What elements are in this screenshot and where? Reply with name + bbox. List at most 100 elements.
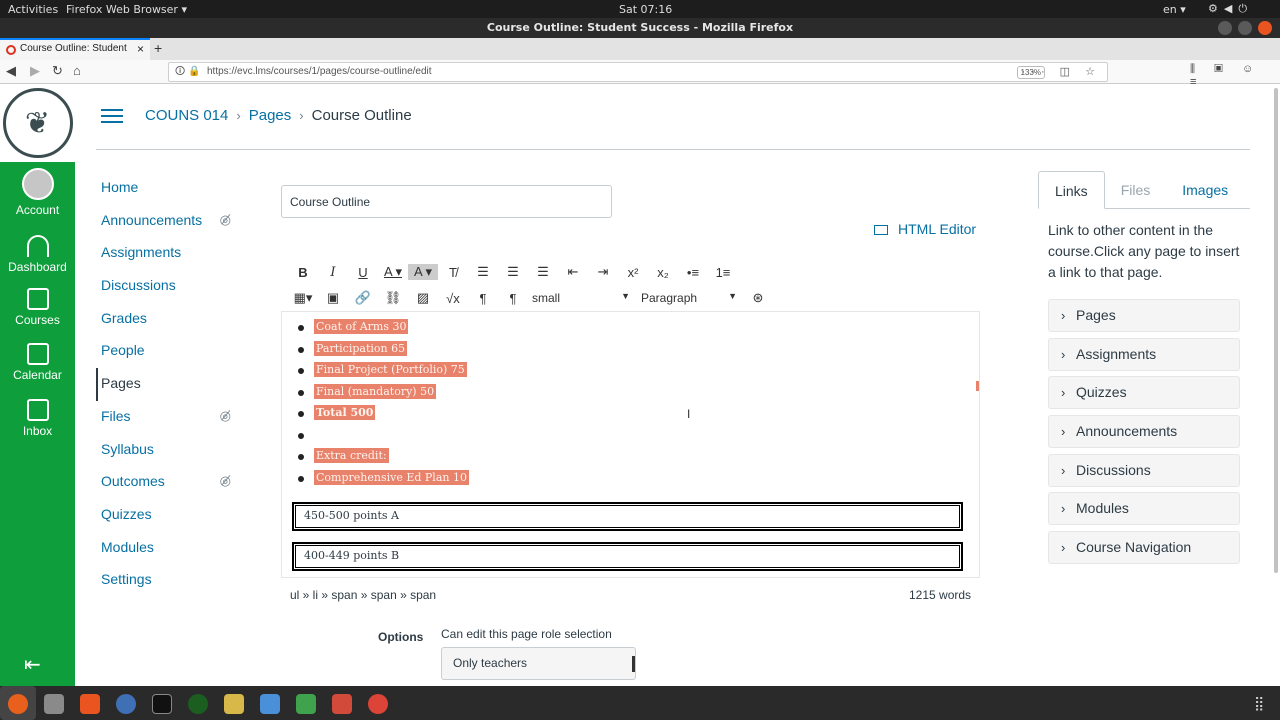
equation-icon[interactable]: √x <box>438 291 468 306</box>
numbered-list-icon[interactable]: 1≡ <box>708 265 738 280</box>
list-item[interactable]: Coat of Arms 30 <box>298 319 469 342</box>
link-section-discussions[interactable]: › Discussions <box>1048 453 1240 487</box>
browser-tab[interactable]: Course Outline: Student × <box>0 38 150 60</box>
impress-dock-icon[interactable] <box>332 694 352 714</box>
course-nav-settings[interactable]: Settings <box>96 564 241 597</box>
italic-icon[interactable]: I <box>318 265 348 280</box>
underline-icon[interactable]: U <box>348 265 378 280</box>
institution-logo[interactable]: ❦ <box>0 84 75 162</box>
subscript-icon[interactable]: x₂ <box>648 265 678 280</box>
language-menu[interactable]: en ▾ <box>1163 3 1186 16</box>
course-nav-grades[interactable]: Grades <box>96 303 241 336</box>
chrome-dock-icon[interactable] <box>368 694 388 714</box>
align-right-icon[interactable]: ☰ <box>528 264 558 280</box>
new-tab-button[interactable]: + <box>154 38 162 58</box>
font-size-select[interactable]: small ▼ <box>532 291 630 305</box>
html-editor-toggle[interactable]: HTML Editor <box>874 221 976 237</box>
calc-dock-icon[interactable] <box>296 694 316 714</box>
software-dock-icon[interactable] <box>80 694 100 714</box>
activities-button[interactable]: Activities <box>8 3 58 16</box>
writer-dock-icon[interactable] <box>260 694 280 714</box>
global-nav-courses[interactable]: Courses <box>0 288 75 327</box>
help-dock-icon[interactable] <box>116 694 136 714</box>
link-section-course-navigation[interactable]: › Course Navigation <box>1048 531 1240 565</box>
outdent-icon[interactable]: ⇤ <box>558 264 588 280</box>
ltr-icon[interactable]: ¶ <box>468 291 498 306</box>
game-dock-icon[interactable] <box>224 694 244 714</box>
tab-images[interactable]: Images <box>1166 171 1244 208</box>
global-nav-dashboard[interactable]: Dashboard <box>0 235 75 274</box>
course-nav-outcomes[interactable]: Outcomes ◎̸ <box>96 466 241 499</box>
breadcrumb-course[interactable]: COUNS 014 <box>145 107 228 124</box>
course-nav-pages[interactable]: Pages <box>96 368 241 401</box>
rich-content-editor[interactable]: Coat of Arms 30 Participation 65 Final P… <box>281 311 980 578</box>
page-title-input[interactable] <box>281 185 612 218</box>
accessibility-checker-icon[interactable]: ⊛ <box>743 290 773 306</box>
bold-icon[interactable]: B <box>288 265 318 280</box>
breadcrumb-pages[interactable]: Pages <box>249 107 292 124</box>
course-nav-assignments[interactable]: Assignments <box>96 237 241 270</box>
indent-icon[interactable]: ⇥ <box>588 264 618 280</box>
tab-files[interactable]: Files <box>1105 171 1167 208</box>
page-scrollbar[interactable] <box>1274 88 1278 573</box>
link-section-quizzes[interactable]: › Quizzes <box>1048 376 1240 410</box>
global-nav-inbox[interactable]: Inbox <box>0 399 75 438</box>
course-nav-files[interactable]: Files ◎̸ <box>96 401 241 434</box>
app-menu[interactable]: Firefox Web Browser ▾ <box>66 3 187 16</box>
tab-links[interactable]: Links <box>1038 171 1105 209</box>
close-tab-icon[interactable]: × <box>137 40 144 58</box>
list-item[interactable]: Final (mandatory) 50 <box>298 383 469 407</box>
table-icon[interactable]: ▦▾ <box>288 290 318 306</box>
collapse-nav-icon[interactable]: ⇤ <box>24 652 41 677</box>
media-icon[interactable]: ▣ <box>318 290 348 306</box>
role-select[interactable]: Only teachers <box>441 647 636 680</box>
editor-path[interactable]: ul » li » span » span » span <box>290 588 436 602</box>
lock-icon[interactable]: 🛈 🔒 <box>175 63 200 81</box>
link-section-assignments[interactable]: › Assignments <box>1048 337 1240 371</box>
page-actions-icon[interactable]: ··· ◫ ☆ <box>1022 63 1101 81</box>
bullet-list-icon[interactable]: •≡ <box>678 265 708 280</box>
course-nav-modules[interactable]: Modules <box>96 532 241 565</box>
global-nav-account[interactable]: Account <box>0 168 75 217</box>
image-icon[interactable]: ▨ <box>408 290 438 306</box>
home-icon[interactable]: ⌂ <box>73 63 81 78</box>
course-nav-people[interactable]: People <box>96 335 241 368</box>
course-nav-syllabus[interactable]: Syllabus <box>96 434 241 467</box>
system-tray-icon[interactable]: ⚙◀⏻ <box>1208 2 1253 16</box>
terminal-dock-icon[interactable] <box>152 694 172 714</box>
hamburger-menu-icon[interactable] <box>101 108 123 123</box>
align-left-icon[interactable]: ☰ <box>468 264 498 280</box>
url-bar[interactable]: 🛈 🔒 https://evc.lms/courses/1/pages/cour… <box>168 62 1108 82</box>
background-color-icon[interactable]: A ▾ <box>408 264 438 280</box>
forward-icon[interactable]: ▶ <box>30 63 40 79</box>
list-item[interactable]: Participation 65 <box>298 340 469 364</box>
library-icon[interactable]: ⫼ ▣ ☺ ≡ <box>1190 63 1280 88</box>
globe-dock-icon[interactable] <box>188 694 208 714</box>
rtl-icon[interactable]: ¶ <box>498 291 528 306</box>
list-item[interactable]: Comprehensive Ed Plan 10 <box>298 469 469 493</box>
list-item[interactable]: Final Project (Portfolio) 75 <box>298 362 469 385</box>
course-nav-quizzes[interactable]: Quizzes <box>96 499 241 532</box>
global-nav-calendar[interactable]: Calendar <box>0 343 75 382</box>
maximize-button[interactable] <box>1238 21 1252 35</box>
minimize-button[interactable] <box>1218 21 1232 35</box>
course-nav-discussions[interactable]: Discussions <box>96 270 241 303</box>
close-window-button[interactable] <box>1258 21 1272 35</box>
list-item[interactable]: Extra credit: <box>298 448 469 471</box>
app-grid-icon[interactable]: ⣿ <box>1254 695 1264 712</box>
files-dock-icon[interactable] <box>44 694 64 714</box>
clear-formatting-icon[interactable]: T̸ <box>438 265 468 280</box>
link-section-modules[interactable]: › Modules <box>1048 492 1240 526</box>
course-nav-home[interactable]: Home <box>96 172 241 205</box>
text-color-icon[interactable]: A ▾ <box>378 264 408 280</box>
unlink-icon[interactable]: ⛓ <box>378 290 408 306</box>
reload-icon[interactable]: ↻ <box>52 63 63 79</box>
course-nav-announcements[interactable]: Announcements ◎̸ <box>96 205 241 238</box>
list-item-empty[interactable] <box>298 428 469 450</box>
list-item[interactable]: Total 500 <box>298 405 469 428</box>
back-icon[interactable]: ◀ <box>6 63 16 79</box>
clock[interactable]: Sat 07:16 <box>619 3 672 16</box>
link-section-announcements[interactable]: › Announcements <box>1048 415 1240 449</box>
link-section-pages[interactable]: › Pages <box>1048 299 1240 332</box>
grade-row[interactable]: 450-500 points A <box>292 502 963 531</box>
